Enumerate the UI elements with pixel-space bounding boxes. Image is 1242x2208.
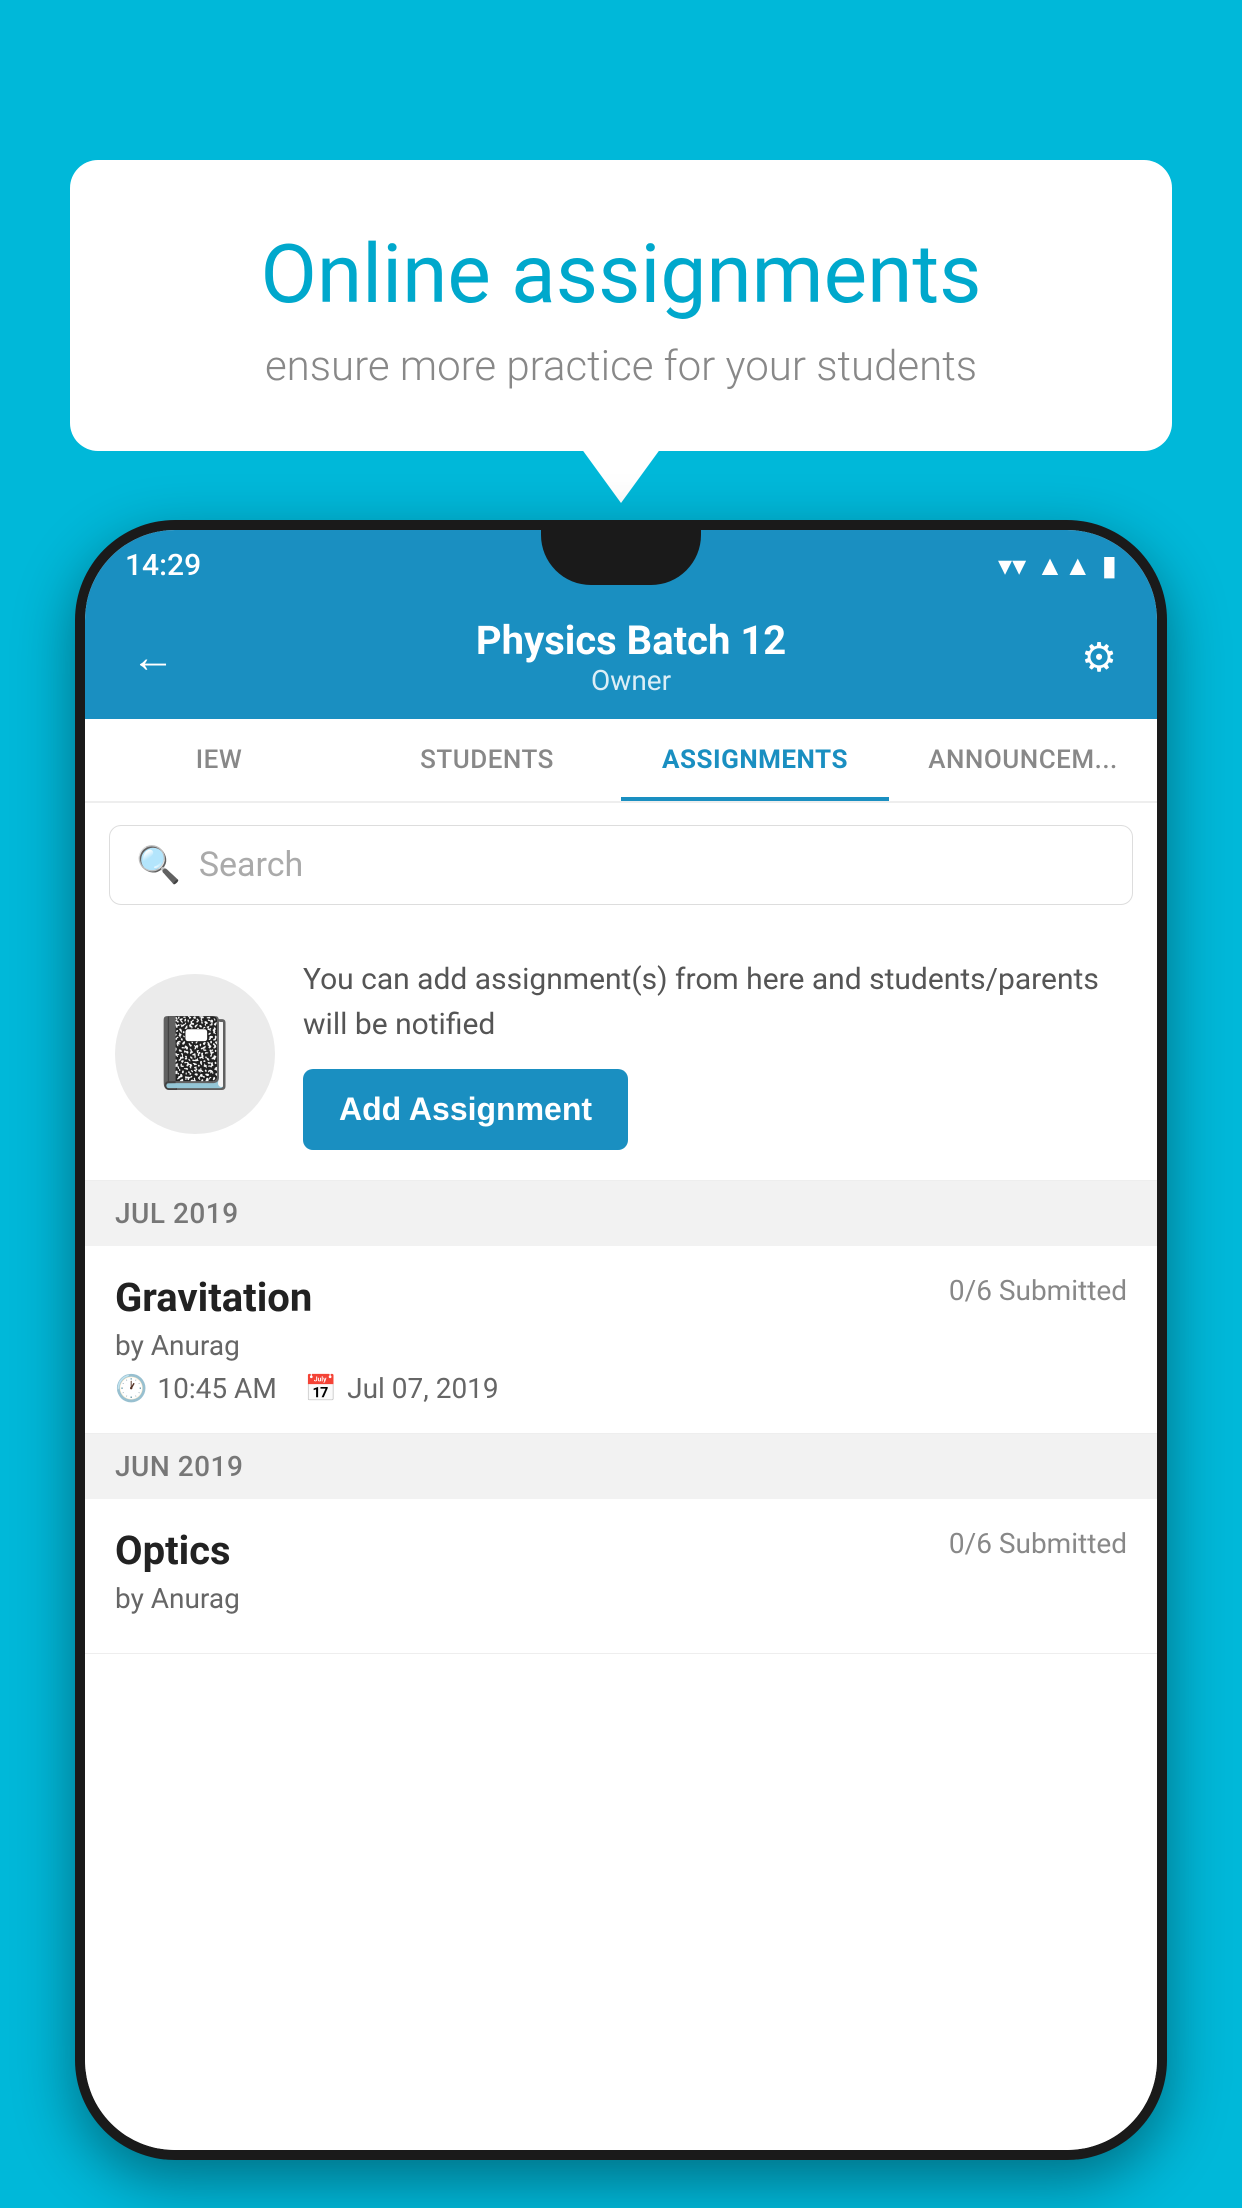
signal-icon: ▲▲ <box>1036 549 1091 582</box>
assignment-icon-circle: 📓 <box>115 974 275 1134</box>
status-icons: ▾▾ ▲▲ ▮ <box>998 549 1117 582</box>
speech-bubble-title: Online assignments <box>150 230 1092 320</box>
tab-students[interactable]: STUDENTS <box>353 719 621 801</box>
tab-assignments[interactable]: ASSIGNMENTS <box>621 719 889 801</box>
speech-bubble-subtitle: ensure more practice for your students <box>150 342 1092 391</box>
back-button[interactable]: ← <box>125 625 181 689</box>
search-icon: 🔍 <box>136 844 181 886</box>
speech-bubble-container: Online assignments ensure more practice … <box>70 160 1172 451</box>
assignment-top-optics: Optics 0/6 Submitted <box>115 1527 1127 1574</box>
tab-announcements[interactable]: ANNOUNCEM... <box>889 719 1157 801</box>
battery-icon: ▮ <box>1102 549 1117 582</box>
notch <box>541 530 701 585</box>
meta-time-gravitation: 🕐 10:45 AM <box>115 1372 277 1405</box>
clock-icon: 🕐 <box>115 1374 147 1404</box>
app-header: ← Physics Batch 12 Owner ⚙ <box>85 595 1157 719</box>
header-subtitle: Owner <box>181 664 1081 697</box>
assignment-meta-gravitation: 🕐 10:45 AM 📅 Jul 07, 2019 <box>115 1372 1127 1405</box>
assignment-by-optics: by Anurag <box>115 1582 1127 1615</box>
assignment-name-gravitation: Gravitation <box>115 1274 312 1321</box>
assignment-item-optics[interactable]: Optics 0/6 Submitted by Anurag <box>85 1499 1157 1654</box>
status-time: 14:29 <box>125 548 201 583</box>
info-description: You can add assignment(s) from here and … <box>303 957 1127 1047</box>
content-area: 🔍 Search 📓 You can add assignment(s) fro… <box>85 803 1157 2150</box>
info-text-area: You can add assignment(s) from here and … <box>303 957 1127 1150</box>
assignment-by-gravitation: by Anurag <box>115 1329 1127 1362</box>
header-title: Physics Batch 12 <box>181 617 1081 664</box>
meta-date-gravitation: 📅 Jul 07, 2019 <box>305 1372 499 1405</box>
add-assignment-button[interactable]: Add Assignment <box>303 1069 628 1150</box>
notebook-icon: 📓 <box>151 1013 238 1095</box>
month-separator-jul: JUL 2019 <box>85 1181 1157 1246</box>
settings-button[interactable]: ⚙ <box>1081 634 1117 681</box>
search-placeholder: Search <box>199 845 303 885</box>
assignment-time-gravitation: 10:45 AM <box>157 1372 276 1405</box>
calendar-icon: 📅 <box>305 1374 337 1404</box>
phone-frame: 14:29 ▾▾ ▲▲ ▮ ← Physics Batch 12 Owner ⚙… <box>75 520 1167 2160</box>
assignment-name-optics: Optics <box>115 1527 231 1574</box>
phone-screen: 14:29 ▾▾ ▲▲ ▮ ← Physics Batch 12 Owner ⚙… <box>85 530 1157 2150</box>
speech-bubble: Online assignments ensure more practice … <box>70 160 1172 451</box>
tab-iew[interactable]: IEW <box>85 719 353 801</box>
search-container: 🔍 Search <box>85 803 1157 927</box>
assignment-submitted-gravitation: 0/6 Submitted <box>949 1274 1127 1307</box>
assignment-top: Gravitation 0/6 Submitted <box>115 1274 1127 1321</box>
assignment-submitted-optics: 0/6 Submitted <box>949 1527 1127 1560</box>
month-separator-jun: JUN 2019 <box>85 1434 1157 1499</box>
header-center: Physics Batch 12 Owner <box>181 617 1081 697</box>
assignment-item-gravitation[interactable]: Gravitation 0/6 Submitted by Anurag 🕐 10… <box>85 1246 1157 1434</box>
tabs-container: IEW STUDENTS ASSIGNMENTS ANNOUNCEM... <box>85 719 1157 803</box>
info-card: 📓 You can add assignment(s) from here an… <box>85 927 1157 1181</box>
search-bar[interactable]: 🔍 Search <box>109 825 1133 905</box>
wifi-icon: ▾▾ <box>998 549 1026 582</box>
assignment-date-gravitation: Jul 07, 2019 <box>347 1372 499 1405</box>
